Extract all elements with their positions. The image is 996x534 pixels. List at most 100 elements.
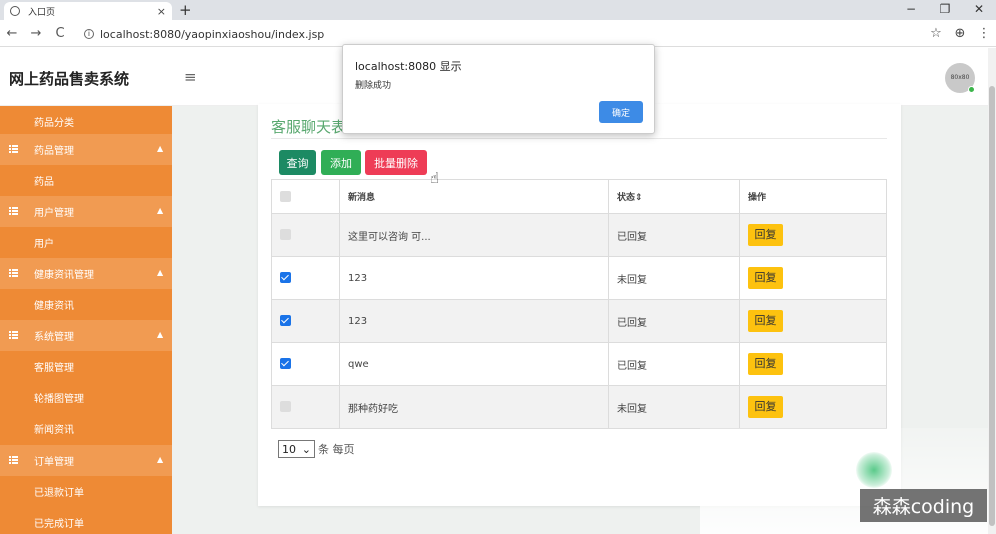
- reply-button[interactable]: 回复: [748, 310, 783, 332]
- grid-icon: [9, 456, 18, 464]
- column-header-message: 新消息: [339, 179, 609, 214]
- reply-button[interactable]: 回复: [748, 396, 783, 418]
- window-controls: − ❐ ✕: [894, 0, 996, 20]
- sidebar-item-drug[interactable]: 药品: [0, 165, 172, 196]
- grid-icon: [9, 207, 18, 215]
- caret-up-icon: ▲: [157, 268, 164, 277]
- row-checkbox[interactable]: [280, 272, 291, 284]
- page-size-suffix: 条 每页: [318, 443, 355, 456]
- sidebar-item-label: 客服管理: [34, 363, 74, 374]
- sidebar-item-refunded-orders[interactable]: 已退款订单: [0, 476, 172, 507]
- action-cell: 回复: [739, 213, 887, 257]
- page-size-control: 10 ⌄ 条 每页: [278, 440, 355, 458]
- action-cell: 回复: [739, 256, 887, 300]
- table-row: 123 未回复 回复: [271, 256, 887, 300]
- hand-cursor-icon: ☝: [430, 169, 440, 187]
- browser-menu-icon[interactable]: ⋮: [972, 26, 996, 41]
- browser-tab[interactable]: 入口页 ×: [4, 2, 172, 20]
- page-scrollbar-thumb[interactable]: [989, 86, 995, 526]
- reload-button[interactable]: C: [48, 26, 72, 41]
- back-button[interactable]: ←: [0, 26, 24, 41]
- profile-icon[interactable]: ⊕: [948, 26, 972, 41]
- table-row: qwe 已回复 回复: [271, 342, 887, 386]
- bookmark-star-icon[interactable]: ☆: [924, 26, 948, 41]
- reply-button[interactable]: 回复: [748, 224, 783, 246]
- row-checkbox-cell: [271, 385, 340, 429]
- sidebar-item-customer-service[interactable]: 客服管理: [0, 351, 172, 382]
- column-header-status[interactable]: 状态⇕: [608, 179, 740, 214]
- row-checkbox-cell: [271, 299, 340, 343]
- dialog-ok-button[interactable]: 确定: [599, 101, 643, 123]
- row-checkbox[interactable]: [280, 358, 291, 370]
- sidebar-item-label: 用户: [34, 239, 54, 250]
- dialog-title: localhost:8080 显示: [355, 60, 462, 73]
- new-tab-button[interactable]: +: [179, 1, 192, 19]
- grid-icon: [9, 269, 18, 277]
- message-cell: 123: [339, 299, 609, 343]
- grid-icon: [9, 331, 18, 339]
- row-checkbox[interactable]: [280, 401, 291, 413]
- reply-button[interactable]: 回复: [748, 353, 783, 375]
- sidebar-group-health-news-management[interactable]: 健康资讯管理 ▲: [0, 258, 172, 289]
- app-title: 网上药品售卖系统: [9, 70, 130, 88]
- info-icon[interactable]: i: [84, 29, 94, 39]
- sidebar-group-label: 系统管理: [34, 332, 74, 343]
- sidebar-group-user-management[interactable]: 用户管理 ▲: [0, 196, 172, 227]
- row-checkbox[interactable]: [280, 229, 291, 241]
- sidebar-group-label: 用户管理: [34, 208, 74, 219]
- status-cell: 已回复: [608, 299, 740, 343]
- sidebar-item-completed-orders[interactable]: 已完成订单: [0, 507, 172, 534]
- batch-delete-button[interactable]: 批量删除: [365, 150, 427, 175]
- sidebar-item-label: 轮播图管理: [34, 394, 84, 405]
- sidebar-group-order-management[interactable]: 订单管理 ▲: [0, 445, 172, 476]
- table-row: 那种药好吃 未回复 回复: [271, 385, 887, 429]
- caret-up-icon: ▲: [157, 330, 164, 339]
- restore-button[interactable]: ❐: [928, 0, 962, 20]
- online-status-dot: [968, 86, 975, 93]
- sidebar-item-user[interactable]: 用户: [0, 227, 172, 258]
- sidebar-item-carousel[interactable]: 轮播图管理: [0, 382, 172, 413]
- browser-tab-bar: 入口页 × + − ❐ ✕: [0, 0, 996, 20]
- status-cell: 未回复: [608, 256, 740, 300]
- chat-table: 新消息 状态⇕ 操作 这里可以咨询 可... 已回复 回复 123 未回复 回复 123 已回…: [271, 179, 887, 429]
- action-cell: 回复: [739, 299, 887, 343]
- status-cell: 未回复: [608, 385, 740, 429]
- watermark-text: 森森coding: [860, 489, 987, 522]
- message-cell: 那种药好吃: [339, 385, 609, 429]
- tab-title: 入口页: [28, 7, 56, 18]
- sidebar-item-health-news[interactable]: 健康资讯: [0, 289, 172, 320]
- chevron-down-icon: ⌄: [301, 442, 311, 456]
- sidebar-group-system-management[interactable]: 系统管理 ▲: [0, 320, 172, 351]
- sidebar-group-label: 订单管理: [34, 457, 74, 468]
- row-checkbox[interactable]: [280, 315, 291, 327]
- message-cell: 123: [339, 256, 609, 300]
- table-row: 这里可以咨询 可... 已回复 回复: [271, 213, 887, 257]
- sidebar: 药品分类 药品管理 ▲ 药品 用户管理 ▲ 用户 健康资讯管理 ▲ 健康资讯 系统管理…: [0, 106, 172, 534]
- menu-toggle-icon[interactable]: ≡: [184, 68, 197, 86]
- select-all-checkbox[interactable]: [280, 191, 291, 202]
- page-size-select[interactable]: 10 ⌄: [278, 440, 315, 458]
- url-field[interactable]: i localhost:8080/yaopinxiaoshou/index.js…: [76, 24, 916, 44]
- address-bar: ← → C i localhost:8080/yaopinxiaoshou/in…: [0, 20, 996, 47]
- page-size-value: 10: [282, 442, 296, 456]
- minimize-button[interactable]: −: [894, 0, 928, 20]
- action-cell: 回复: [739, 385, 887, 429]
- tab-close-icon[interactable]: ×: [157, 5, 166, 18]
- forward-button[interactable]: →: [24, 26, 48, 41]
- add-button[interactable]: 添加: [321, 150, 361, 175]
- url-text: localhost:8080/yaopinxiaoshou/index.jsp: [100, 27, 325, 41]
- sidebar-group-drug-management[interactable]: 药品管理 ▲: [0, 134, 172, 165]
- query-button[interactable]: 查询: [279, 150, 316, 175]
- row-checkbox-cell: [271, 256, 340, 300]
- close-window-button[interactable]: ✕: [962, 0, 996, 20]
- globe-icon: [10, 6, 20, 16]
- column-header-actions: 操作: [739, 179, 887, 214]
- page-title: 客服聊天表: [271, 118, 347, 136]
- grid-icon: [9, 145, 18, 153]
- reply-button[interactable]: 回复: [748, 267, 783, 289]
- sidebar-item-drug-category[interactable]: 药品分类: [0, 106, 172, 137]
- sidebar-item-news[interactable]: 新闻资讯: [0, 413, 172, 444]
- sidebar-group-label: 健康资讯管理: [34, 270, 94, 281]
- table-header-row: 新消息 状态⇕ 操作: [271, 179, 887, 214]
- action-cell: 回复: [739, 342, 887, 386]
